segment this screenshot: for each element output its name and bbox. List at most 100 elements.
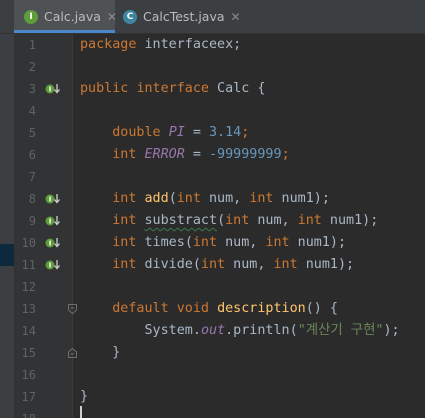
code-token: num1); <box>297 257 355 272</box>
keyword: interface <box>136 81 209 96</box>
method-name: description <box>217 301 306 316</box>
line-number: 3 <box>28 82 36 96</box>
code-text: int add(int num, int num1); <box>112 191 330 206</box>
line-number: 16 <box>21 368 36 382</box>
line-number: 17 <box>21 390 36 404</box>
static-field: out <box>200 323 226 338</box>
code-line-11: 11 I int divide(int num, int num1); <box>0 254 425 276</box>
is-implemented-icon[interactable]: I <box>45 193 61 205</box>
code-token: num, <box>249 213 298 228</box>
keyword: int <box>225 213 250 228</box>
code-token: num, <box>225 257 274 272</box>
close-icon[interactable]: ✕ <box>231 10 241 24</box>
keyword: int <box>112 147 137 162</box>
editor-tab-bar: I Calc.java ✕ C CalcTest.java ✕ <box>0 0 425 34</box>
constant: ERROR <box>144 147 185 162</box>
method-name: add <box>144 191 169 206</box>
keyword: int <box>200 257 226 272</box>
is-implemented-icon[interactable]: I <box>45 215 61 227</box>
keyword: int <box>112 257 137 272</box>
constant: PI <box>168 125 185 140</box>
semicolon: ; <box>281 147 290 162</box>
keyword: double <box>112 125 161 140</box>
code-text: int divide(int num, int num1); <box>112 257 355 272</box>
line-number: 4 <box>28 104 36 118</box>
number-literal: -99999999 <box>209 147 282 162</box>
line-number: 7 <box>28 170 36 184</box>
keyword: int <box>297 213 322 228</box>
keyword: public <box>80 81 129 96</box>
keyword: int <box>273 257 298 272</box>
closing-brace: } <box>80 389 89 404</box>
line-number: 11 <box>21 258 36 272</box>
code-line-17: 17 } <box>0 386 425 408</box>
line-number: 12 <box>21 280 36 294</box>
svg-text:I: I <box>49 86 52 94</box>
fold-collapse-icon[interactable] <box>68 304 77 314</box>
svg-text:I: I <box>49 196 52 204</box>
interface-file-icon: I <box>24 9 38 24</box>
line-number: 2 <box>28 60 36 74</box>
keyword: int <box>112 213 137 228</box>
tab-calc-java[interactable]: I Calc.java ✕ <box>14 0 117 33</box>
keyword: int <box>112 235 137 250</box>
code-line-10: 10 I int times(int num, int num1); <box>0 232 425 254</box>
code-token: ); <box>383 323 400 338</box>
code-token: = <box>184 125 209 140</box>
keyword: int <box>265 235 290 250</box>
is-implemented-icon[interactable]: I <box>45 237 61 249</box>
tab-label: Calc.java <box>44 9 101 24</box>
number-literal: 3.14 <box>209 125 242 140</box>
line-number: 10 <box>21 236 36 250</box>
line-number: 1 <box>28 38 36 52</box>
method-name: divide <box>144 257 193 272</box>
code-text: package interfaceex; <box>80 34 241 56</box>
code-line-12: 12 <box>0 276 425 298</box>
keyword: int <box>249 191 274 206</box>
tab-bar-left-edge <box>0 0 14 33</box>
code-line-4: 4 <box>0 100 425 122</box>
line-number: 9 <box>28 214 36 228</box>
code-text: double PI = 3.14; <box>80 122 249 144</box>
keyword: package <box>80 37 137 52</box>
line-number: 15 <box>21 346 36 360</box>
code-text: } <box>80 342 120 364</box>
code-line-8: 8 I int add(int num, int num1); <box>0 188 425 210</box>
code-text: public interface Calc { <box>80 78 265 100</box>
code-text: } <box>80 386 88 408</box>
fold-end-icon[interactable] <box>68 348 77 358</box>
code-token: .println( <box>225 323 298 338</box>
tab-calctest-java[interactable]: C CalcTest.java ✕ <box>118 0 241 33</box>
keyword: int <box>192 235 218 250</box>
keyword: default <box>112 301 169 316</box>
svg-text:I: I <box>49 218 52 226</box>
code-line-3: 3 I public interface Calc { <box>0 78 425 100</box>
code-token: num1); <box>289 235 347 250</box>
close-icon[interactable]: ✕ <box>107 10 117 24</box>
code-token: = <box>184 147 209 162</box>
code-token: num, <box>217 235 266 250</box>
code-token: interfaceex; <box>136 37 242 52</box>
code-text: default void description() { <box>80 298 338 320</box>
code-line-2: 2 <box>0 56 425 78</box>
method-name: times <box>144 235 185 250</box>
code-token: num, <box>200 191 250 206</box>
line-number: 13 <box>21 302 36 316</box>
code-line-13: 13 default void description() { <box>0 298 425 320</box>
code-line-6: 6 int ERROR = -99999999; <box>0 144 425 166</box>
semicolon: ; <box>241 125 250 140</box>
code-text: System.out.println("계산기 구현"); <box>80 320 400 342</box>
string-literal: "계산기 구현" <box>297 323 384 338</box>
method-name-typo[interactable]: substract <box>145 213 218 228</box>
line-number: 18 <box>14 408 36 418</box>
has-implementations-icon[interactable]: I <box>45 83 61 95</box>
is-implemented-icon[interactable]: I <box>45 259 61 271</box>
line-number: 5 <box>28 126 36 140</box>
code-text: int times(int num, int num1); <box>112 235 347 250</box>
closing-brace: } <box>112 345 121 360</box>
code-token: num1); <box>273 191 330 206</box>
code-token: () { <box>305 301 338 316</box>
tab-label: CalcTest.java <box>143 9 225 24</box>
keyword: int <box>112 191 137 206</box>
code-line-9: 9 I int substract(int num, int num1); <box>0 210 425 232</box>
